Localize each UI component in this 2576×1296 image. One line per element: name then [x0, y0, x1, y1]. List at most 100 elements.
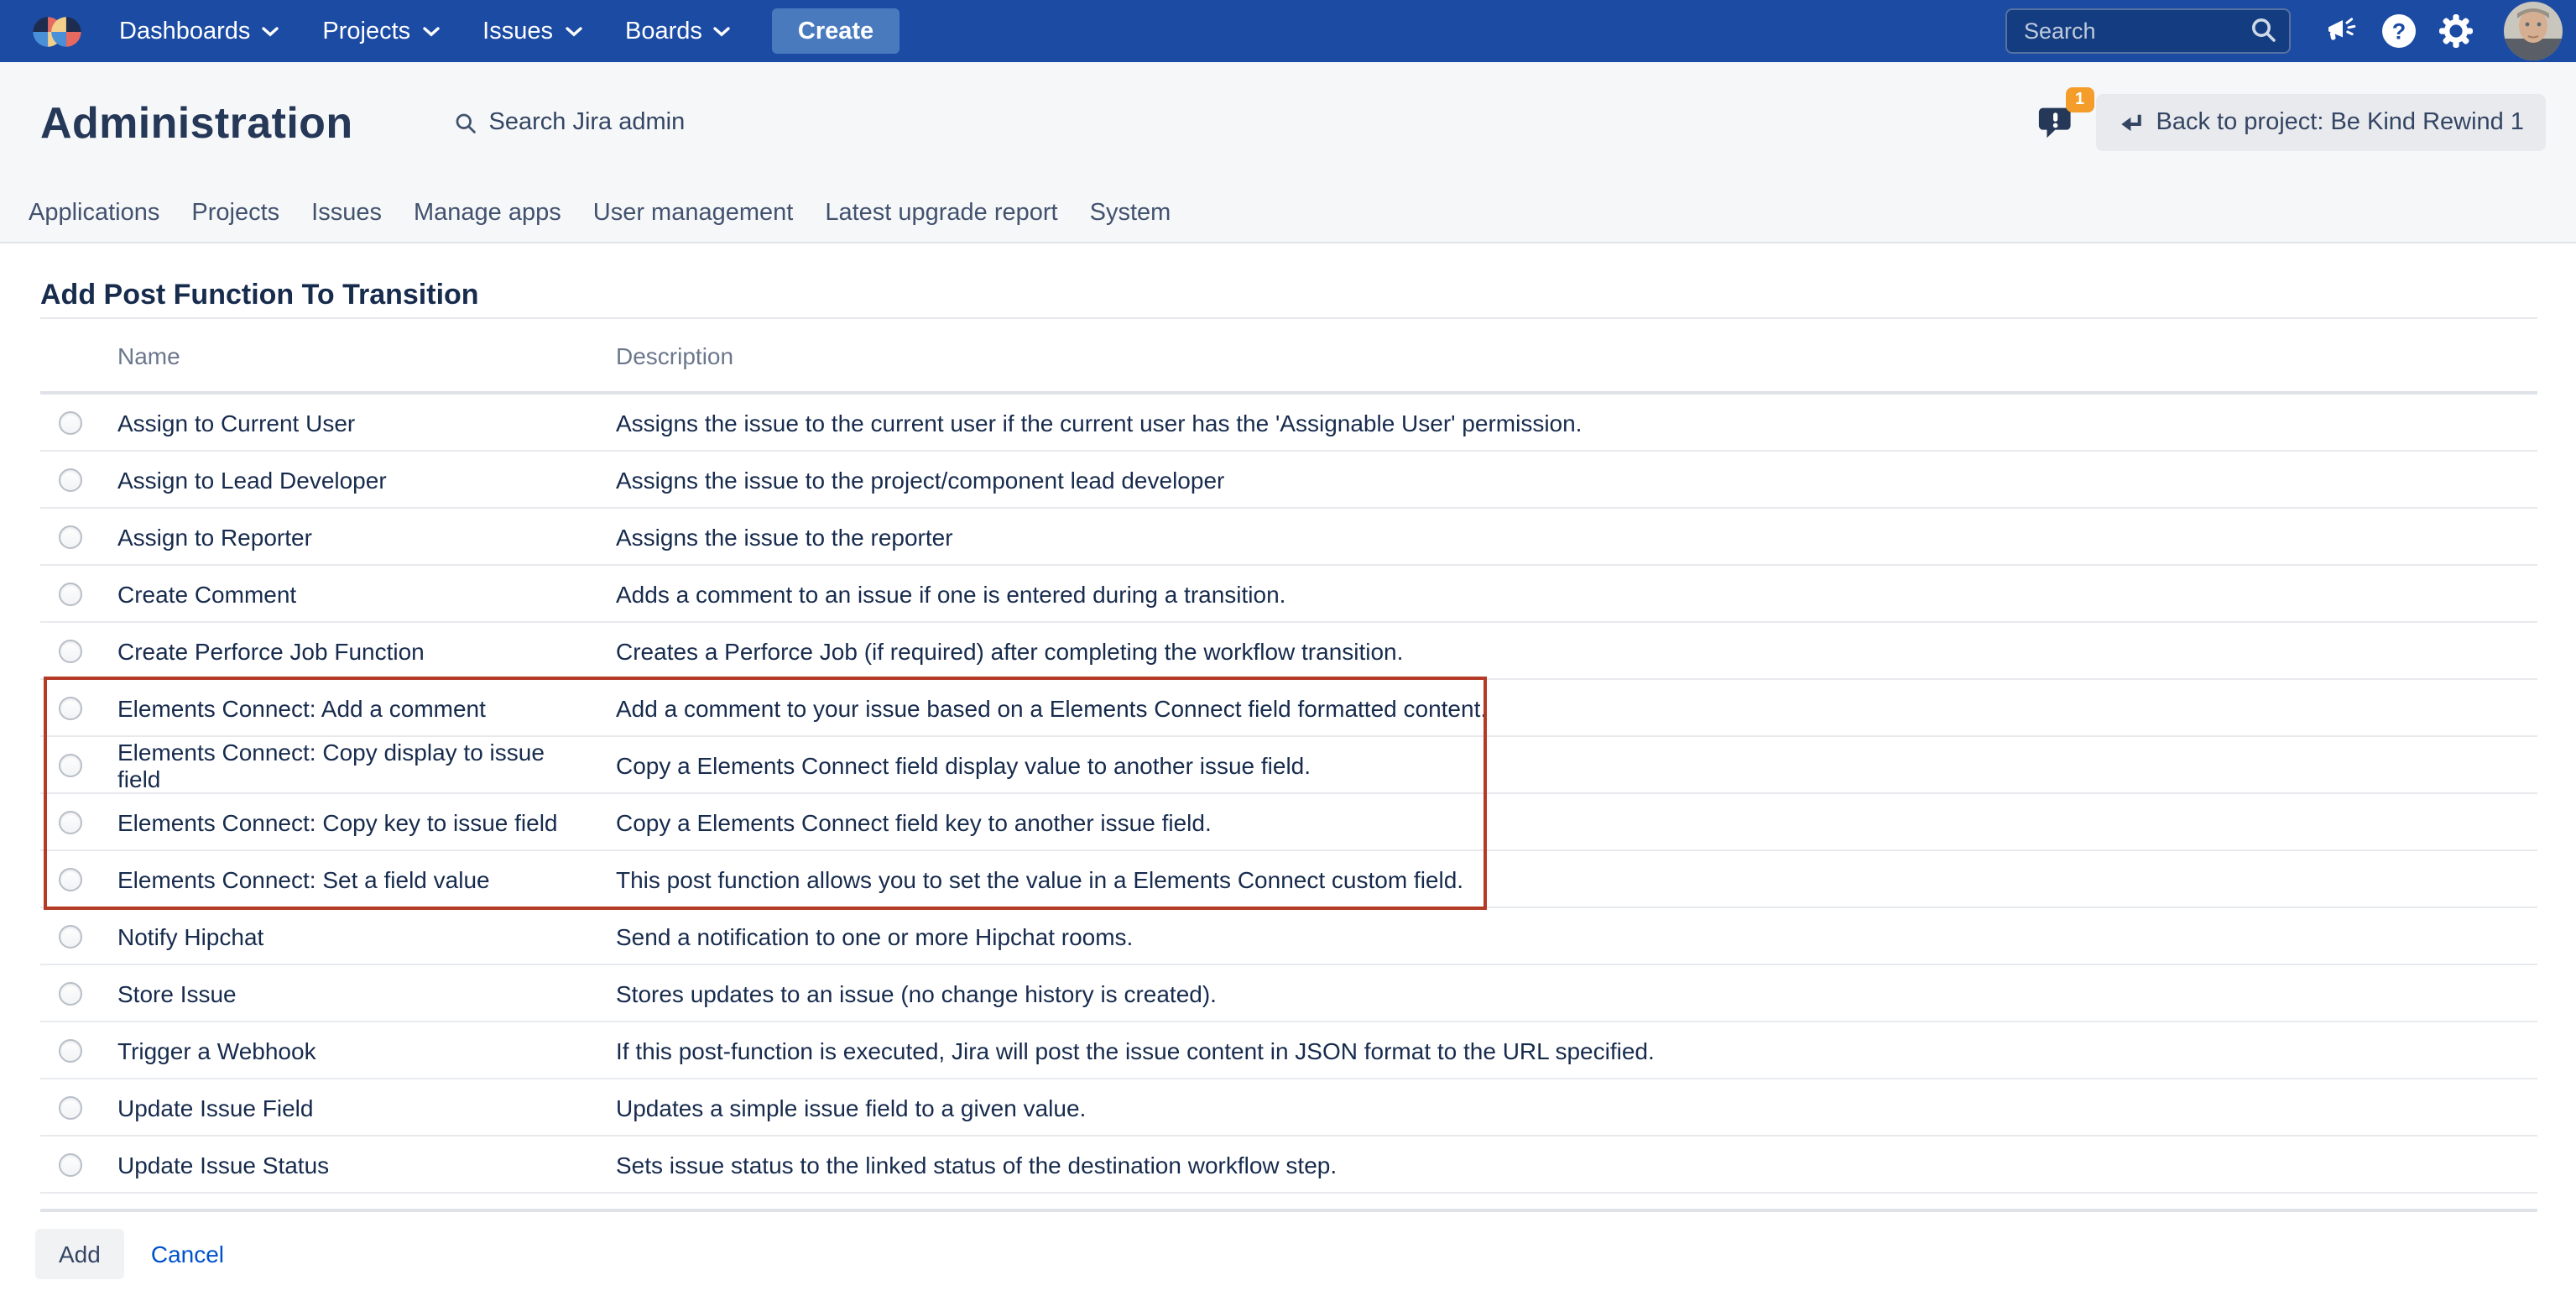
- jira-logo[interactable]: [32, 8, 82, 55]
- radio-button[interactable]: [59, 924, 82, 948]
- back-to-project-button[interactable]: Back to project: Be Kind Rewind 1: [2096, 94, 2546, 151]
- post-function-description: Stores updates to an issue (no change hi…: [616, 980, 1217, 1006]
- tab-applications[interactable]: Applications: [29, 199, 159, 226]
- feedback-button[interactable]: 1: [2036, 101, 2079, 144]
- post-function-description: Copy a Elements Connect field display va…: [616, 751, 1311, 778]
- add-button[interactable]: Add: [35, 1229, 124, 1279]
- tab-issues[interactable]: Issues: [311, 199, 382, 226]
- return-arrow-icon: [2118, 112, 2143, 133]
- megaphone-icon: [2324, 15, 2358, 47]
- post-function-name: Create Comment: [117, 580, 579, 607]
- table-row[interactable]: Trigger a Webhook If this post-function …: [40, 1022, 2537, 1079]
- tab-manage-apps[interactable]: Manage apps: [414, 199, 561, 226]
- post-function-name: Update Issue Field: [117, 1094, 579, 1121]
- post-function-name: Store Issue: [117, 980, 579, 1006]
- post-function-description: Updates a simple issue field to a given …: [616, 1094, 1086, 1121]
- tab-projects[interactable]: Projects: [191, 199, 279, 226]
- radio-button[interactable]: [59, 696, 82, 719]
- page-title: Administration: [40, 97, 353, 149]
- question-circle-icon: ?: [2380, 13, 2416, 49]
- svg-text:?: ?: [2391, 19, 2406, 44]
- radio-button[interactable]: [59, 753, 82, 776]
- table-row[interactable]: Assign to Current User Assigns the issue…: [40, 395, 2537, 452]
- help-button[interactable]: ?: [2370, 3, 2427, 60]
- main-content: Add Post Function To Transition Name Des…: [0, 279, 2576, 1279]
- gear-icon: [2438, 13, 2473, 49]
- post-function-description: Send a notification to one or more Hipch…: [616, 922, 1133, 949]
- section-title: Add Post Function To Transition: [40, 279, 2537, 319]
- post-function-description: Copy a Elements Connect field key to ano…: [616, 808, 1212, 835]
- table-row[interactable]: Assign to Lead Developer Assigns the iss…: [40, 452, 2537, 509]
- table-row[interactable]: Create Comment Adds a comment to an issu…: [40, 566, 2537, 623]
- column-header-description: Description: [616, 342, 733, 368]
- table-row[interactable]: Update Issue Status Sets issue status to…: [40, 1137, 2537, 1194]
- table-row[interactable]: Elements Connect: Add a comment Add a co…: [40, 680, 2537, 737]
- radio-button[interactable]: [59, 410, 82, 434]
- radio-button[interactable]: [59, 810, 82, 834]
- settings-button[interactable]: [2427, 3, 2484, 60]
- post-function-name: Elements Connect: Add a comment: [117, 694, 579, 721]
- radio-button[interactable]: [59, 468, 82, 491]
- nav-menu-dashboards[interactable]: Dashboards: [97, 0, 300, 62]
- post-function-name: Update Issue Status: [117, 1151, 579, 1178]
- nav-menu-issues[interactable]: Issues: [461, 0, 603, 62]
- chevron-down-icon: [422, 26, 439, 36]
- navbar-search: [2005, 8, 2291, 54]
- table-row[interactable]: Elements Connect: Copy display to issue …: [40, 737, 2537, 794]
- create-button[interactable]: Create: [773, 8, 899, 54]
- form-actions: Add Cancel: [35, 1229, 2576, 1279]
- admin-header-band: Administration Search Jira admin 1: [0, 62, 2576, 243]
- search-input[interactable]: [2005, 8, 2291, 54]
- radio-button[interactable]: [59, 1152, 82, 1176]
- radio-button[interactable]: [59, 1095, 82, 1119]
- top-navbar: Dashboards Projects Issues Board: [0, 0, 2576, 62]
- table-row[interactable]: Elements Connect: Copy key to issue fiel…: [40, 794, 2537, 851]
- post-function-description: Add a comment to your issue based on a E…: [616, 694, 1487, 721]
- table-row[interactable]: Create Perforce Job Function Creates a P…: [40, 623, 2537, 680]
- notification-badge: 1: [2066, 87, 2094, 112]
- admin-header-row: Administration Search Jira admin 1: [0, 62, 2576, 183]
- radio-button[interactable]: [59, 525, 82, 548]
- radio-button[interactable]: [59, 867, 82, 891]
- admin-search[interactable]: Search Jira admin: [456, 109, 686, 136]
- tab-system[interactable]: System: [1090, 199, 1171, 226]
- radio-button[interactable]: [59, 1038, 82, 1062]
- tab-latest-upgrade-report[interactable]: Latest upgrade report: [825, 199, 1057, 226]
- table-row[interactable]: Elements Connect: Set a field value This…: [40, 851, 2537, 908]
- avatar-photo: [2504, 2, 2563, 60]
- cancel-link[interactable]: Cancel: [151, 1241, 224, 1267]
- user-avatar[interactable]: [2504, 2, 2563, 60]
- admin-tabs: Applications Projects Issues Manage apps…: [0, 183, 2576, 242]
- post-function-description: Sets issue status to the linked status o…: [616, 1151, 1337, 1178]
- chevron-down-icon: [714, 26, 731, 36]
- back-button-label: Back to project: Be Kind Rewind 1: [2156, 109, 2524, 136]
- table-row[interactable]: Update Issue Field Updates a simple issu…: [40, 1079, 2537, 1137]
- post-function-description: Assigns the issue to the reporter: [616, 523, 953, 550]
- nav-menu-boards[interactable]: Boards: [603, 0, 753, 62]
- post-function-name: Elements Connect: Copy display to issue …: [117, 738, 579, 792]
- table-row[interactable]: Store Issue Stores updates to an issue (…: [40, 965, 2537, 1022]
- nav-menu-projects[interactable]: Projects: [300, 0, 461, 62]
- post-function-description: Creates a Perforce Job (if required) aft…: [616, 637, 1403, 664]
- column-header-name: Name: [117, 342, 616, 368]
- post-function-name: Assign to Current User: [117, 409, 579, 436]
- post-function-name: Notify Hipchat: [117, 922, 579, 949]
- table-row[interactable]: Notify Hipchat Send a notification to on…: [40, 908, 2537, 965]
- tab-user-management[interactable]: User management: [593, 199, 794, 226]
- chevron-down-icon: [262, 26, 279, 36]
- search-icon: [456, 112, 477, 133]
- admin-search-label: Search Jira admin: [489, 109, 686, 136]
- radio-button[interactable]: [59, 639, 82, 662]
- table-row[interactable]: Assign to Reporter Assigns the issue to …: [40, 509, 2537, 566]
- search-icon: [2250, 17, 2277, 44]
- table-bottom-border: [40, 1194, 2537, 1212]
- post-function-description: This post function allows you to set the…: [616, 865, 1463, 892]
- radio-button[interactable]: [59, 981, 82, 1005]
- post-function-description: Adds a comment to an issue if one is ent…: [616, 580, 1285, 607]
- post-function-name: Trigger a Webhook: [117, 1037, 579, 1063]
- post-function-name: Elements Connect: Copy key to issue fiel…: [117, 808, 579, 835]
- table-header-row: Name Description: [40, 319, 2537, 395]
- radio-button[interactable]: [59, 582, 82, 605]
- announcements-button[interactable]: [2313, 3, 2370, 60]
- post-function-name: Assign to Lead Developer: [117, 466, 579, 493]
